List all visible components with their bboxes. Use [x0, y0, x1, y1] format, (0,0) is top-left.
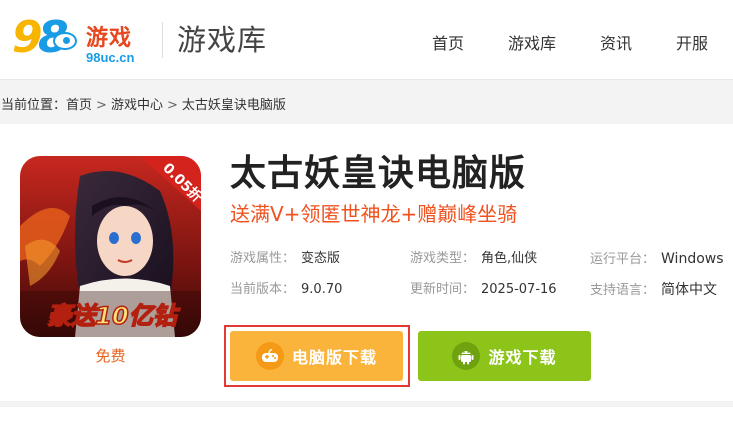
info-value: Windows: [661, 251, 724, 267]
site-logo[interactable]: 9 8 游戏 98uc.cn: [10, 12, 148, 68]
nav-home[interactable]: 首页: [432, 30, 464, 54]
logo-brand-text: 游戏: [86, 26, 133, 51]
info-label: 游戏类型：: [410, 251, 476, 266]
game-download-label: 游戏下载: [488, 348, 557, 367]
game-cover-art: 0.05折 豪送10亿钻: [20, 156, 201, 337]
info-platform: 运行平台： Windows: [590, 250, 724, 269]
game-title: 太古妖皇诀电脑版: [230, 153, 527, 194]
breadcrumb-separator: >: [96, 98, 107, 113]
info-value: 9.0.70: [301, 282, 343, 297]
nav-news[interactable]: 资讯: [600, 30, 632, 54]
breadcrumb: 当前位置：首页 > 游戏中心 > 太古妖皇诀电脑版: [1, 94, 286, 113]
selection-highlight: [224, 325, 410, 387]
info-language: 支持语言： 简体中文: [590, 281, 717, 300]
nav-game-library[interactable]: 游戏库: [508, 30, 556, 54]
info-value: 2025-07-16: [481, 282, 557, 297]
section-title: 游戏库: [177, 23, 268, 57]
breadcrumb-item-current: 太古妖皇诀电脑版: [181, 98, 286, 113]
game-download-button[interactable]: 游戏下载: [418, 331, 591, 381]
header-divider: [162, 22, 163, 58]
game-cover-image: 0.05折 豪送10亿钻: [20, 156, 201, 337]
site-header: 9 8 游戏 98uc.cn 游戏库 首页 游戏库 资讯 开服: [0, 0, 733, 80]
breadcrumb-prefix: 当前位置：: [1, 98, 67, 113]
next-section: [0, 407, 733, 441]
breadcrumb-item-home[interactable]: 首页: [66, 94, 92, 113]
nav-server-open[interactable]: 开服: [676, 30, 708, 54]
info-game-type: 游戏类型： 角色,仙侠: [410, 250, 537, 268]
info-label: 游戏属性：: [230, 251, 296, 266]
breadcrumb-separator: >: [166, 98, 178, 113]
info-value: 角色,仙侠: [481, 251, 538, 266]
breadcrumb-item-game-center[interactable]: 游戏中心: [111, 94, 163, 113]
info-version: 当前版本： 9.0.70: [230, 281, 342, 299]
android-icon: [452, 342, 481, 370]
info-label: 更新时间：: [410, 282, 476, 297]
info-game-attribute: 游戏属性： 变态版: [230, 250, 340, 268]
info-value: 简体中文: [661, 282, 718, 298]
logo-domain-text: 98uc.cn: [86, 50, 135, 65]
cover-caption: 豪送10亿钻: [47, 302, 180, 330]
game-promo: 送满V+领匿世神龙+赠巅峰坐骑: [230, 202, 518, 226]
logo-mascot-icon: [53, 32, 77, 50]
info-label: 支持语言：: [590, 283, 656, 298]
info-label: 当前版本：: [230, 282, 296, 297]
info-label: 运行平台：: [590, 252, 656, 267]
info-updated: 更新时间： 2025-07-16: [410, 281, 557, 299]
price-label: 免费: [95, 347, 126, 365]
info-value: 变态版: [301, 251, 341, 266]
